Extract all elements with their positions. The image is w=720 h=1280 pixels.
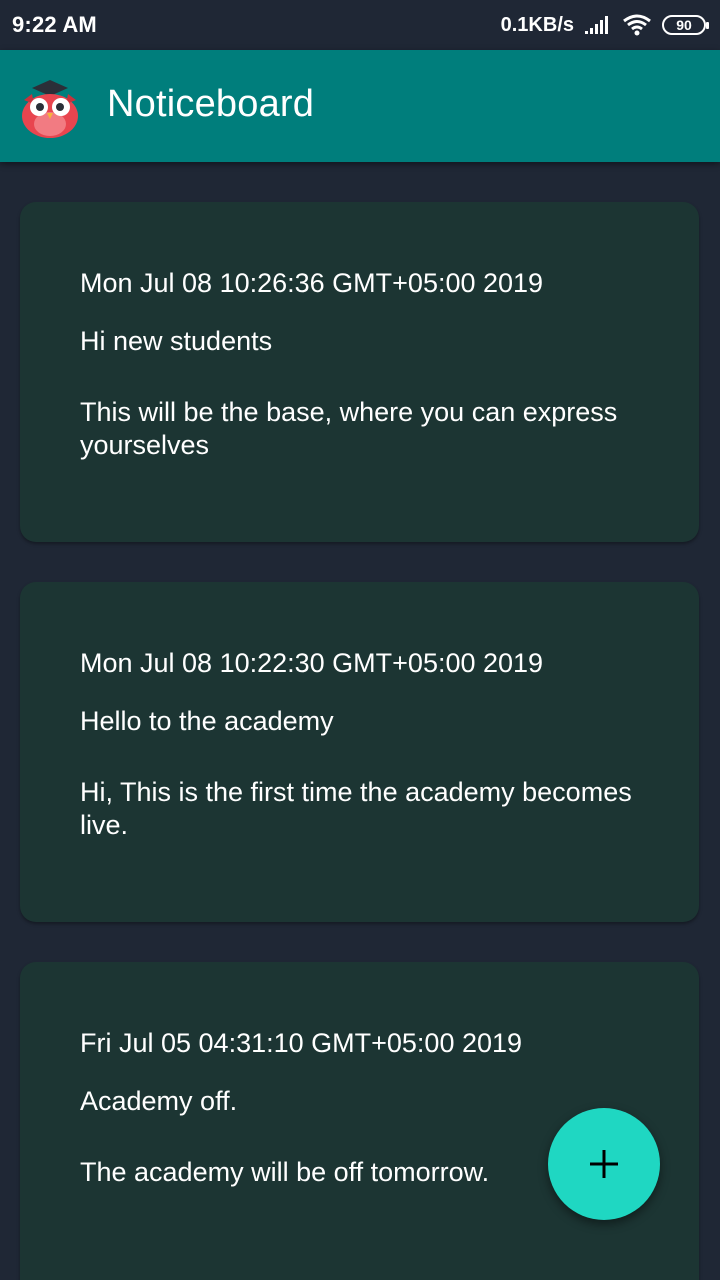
notice-body: This will be the base, where you can exp… xyxy=(80,397,618,460)
notice-date: Fri Jul 05 04:31:10 GMT+05:00 2019 xyxy=(80,1028,523,1058)
notice-card[interactable]: Mon Jul 08 10:26:36 GMT+05:00 2019 Hi ne… xyxy=(20,202,699,542)
status-bar: 9:22 AM 0.1KB/s 90 xyxy=(0,0,720,50)
notice-date: Mon Jul 08 10:22:30 GMT+05:00 2019 xyxy=(80,648,544,678)
page-title: Noticeboard xyxy=(107,83,315,125)
signal-icon xyxy=(585,16,608,34)
battery-icon: 90 xyxy=(662,15,709,35)
notice-title: Academy off. xyxy=(80,1086,238,1116)
notice-date: Mon Jul 08 10:26:36 GMT+05:00 2019 xyxy=(80,268,544,298)
notice-card[interactable]: Mon Jul 08 10:22:30 GMT+05:00 2019 Hello… xyxy=(20,582,699,922)
plus-icon xyxy=(590,1150,618,1178)
notice-body: Hi, This is the first time the academy b… xyxy=(80,777,632,840)
notice-title: Hello to the academy xyxy=(80,706,334,736)
network-speed: 0.1KB/s xyxy=(500,13,574,36)
add-notice-button[interactable] xyxy=(548,1108,660,1220)
owl-graduate-icon xyxy=(22,80,78,138)
status-time: 9:22 AM xyxy=(12,12,97,37)
status-icons: 0.1KB/s 90 xyxy=(500,13,709,37)
wifi-icon xyxy=(623,14,651,36)
app-bar: Noticeboard xyxy=(0,50,720,162)
notice-title: Hi new students xyxy=(80,326,273,356)
battery-level: 90 xyxy=(676,17,692,33)
